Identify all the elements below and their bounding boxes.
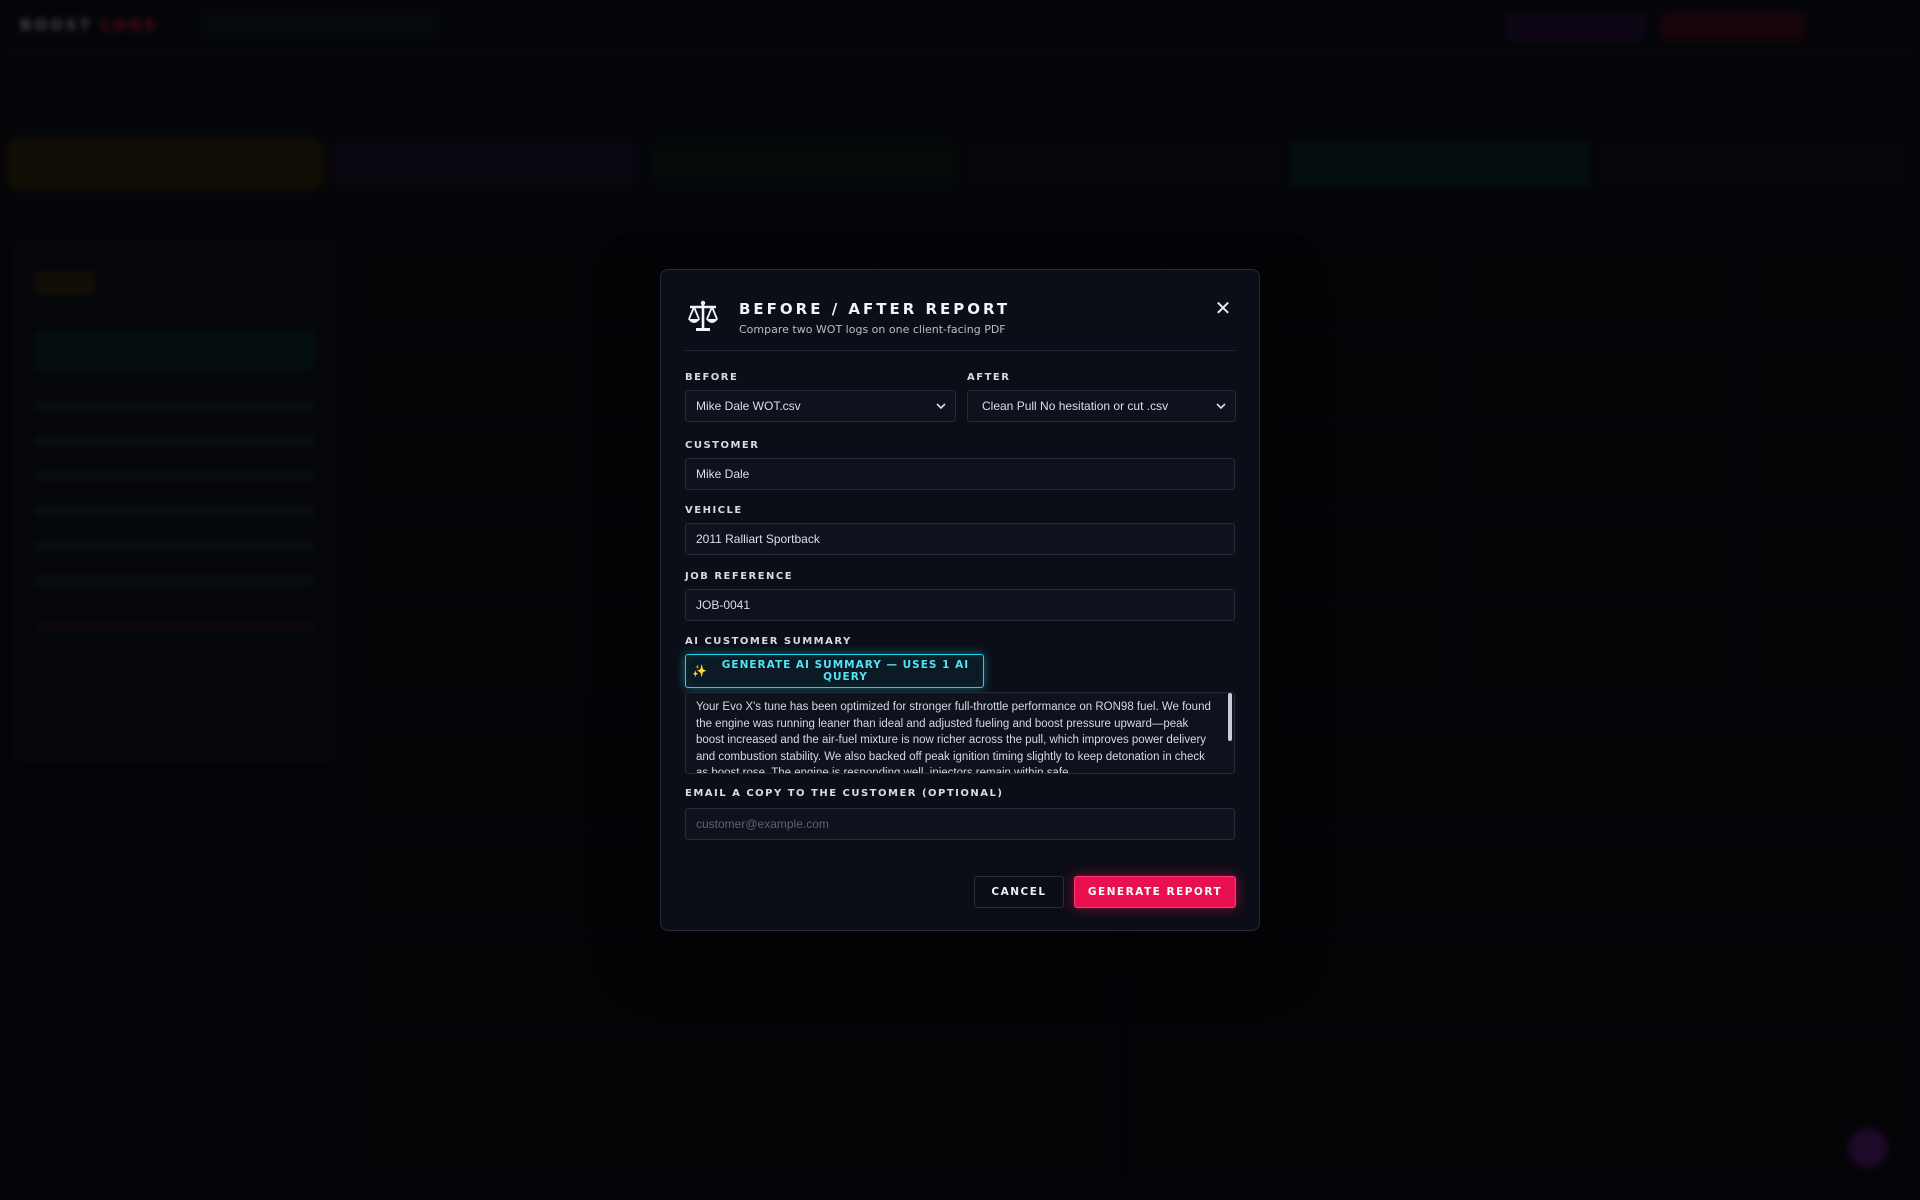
generate-report-button[interactable]: GENERATE REPORT: [1074, 876, 1236, 908]
before-after-report-modal: BEFORE / AFTER REPORT Compare two WOT lo…: [660, 269, 1260, 931]
before-select[interactable]: Mike Dale WOT.csv: [685, 390, 956, 422]
before-label: BEFORE: [685, 372, 739, 383]
chevron-down-icon: [936, 403, 946, 410]
cancel-button[interactable]: CANCEL: [974, 876, 1064, 908]
after-select-value: Clean Pull No hesitation or cut .csv: [982, 399, 1169, 413]
email-field[interactable]: customer@example.com: [685, 808, 1235, 840]
vehicle-field[interactable]: 2011 Ralliart Sportback: [685, 523, 1235, 555]
modal-title: BEFORE / AFTER REPORT: [739, 300, 1011, 318]
close-icon[interactable]: ✕: [1211, 296, 1235, 320]
summary-scrollbar-thumb[interactable]: [1228, 693, 1232, 741]
before-select-value: Mike Dale WOT.csv: [696, 399, 801, 413]
sparkles-icon: ✨: [692, 664, 708, 678]
chevron-down-icon: [1216, 403, 1226, 410]
vehicle-label: VEHICLE: [685, 505, 743, 516]
modal-header: BEFORE / AFTER REPORT Compare two WOT lo…: [685, 294, 1235, 351]
customer-label: CUSTOMER: [685, 440, 760, 451]
customer-field[interactable]: Mike Dale: [685, 458, 1235, 490]
job-reference-label: JOB REFERENCE: [685, 571, 794, 582]
ai-summary-label: AI CUSTOMER SUMMARY: [685, 636, 852, 647]
email-label: EMAIL A COPY TO THE CUSTOMER (OPTIONAL): [685, 788, 1004, 799]
generate-ai-summary-label: GENERATE AI SUMMARY — USES 1 AI QUERY: [721, 659, 970, 683]
job-reference-field[interactable]: JOB-0041: [685, 589, 1235, 621]
modal-subtitle: Compare two WOT logs on one client-facin…: [739, 323, 1006, 336]
generate-ai-summary-button[interactable]: ✨ GENERATE AI SUMMARY — USES 1 AI QUERY: [685, 654, 984, 688]
after-label: AFTER: [967, 372, 1011, 383]
ai-summary-textarea[interactable]: Your Evo X's tune has been optimized for…: [685, 692, 1235, 774]
after-select[interactable]: Clean Pull No hesitation or cut .csv: [967, 390, 1236, 422]
scale-balance-icon: [688, 300, 718, 331]
